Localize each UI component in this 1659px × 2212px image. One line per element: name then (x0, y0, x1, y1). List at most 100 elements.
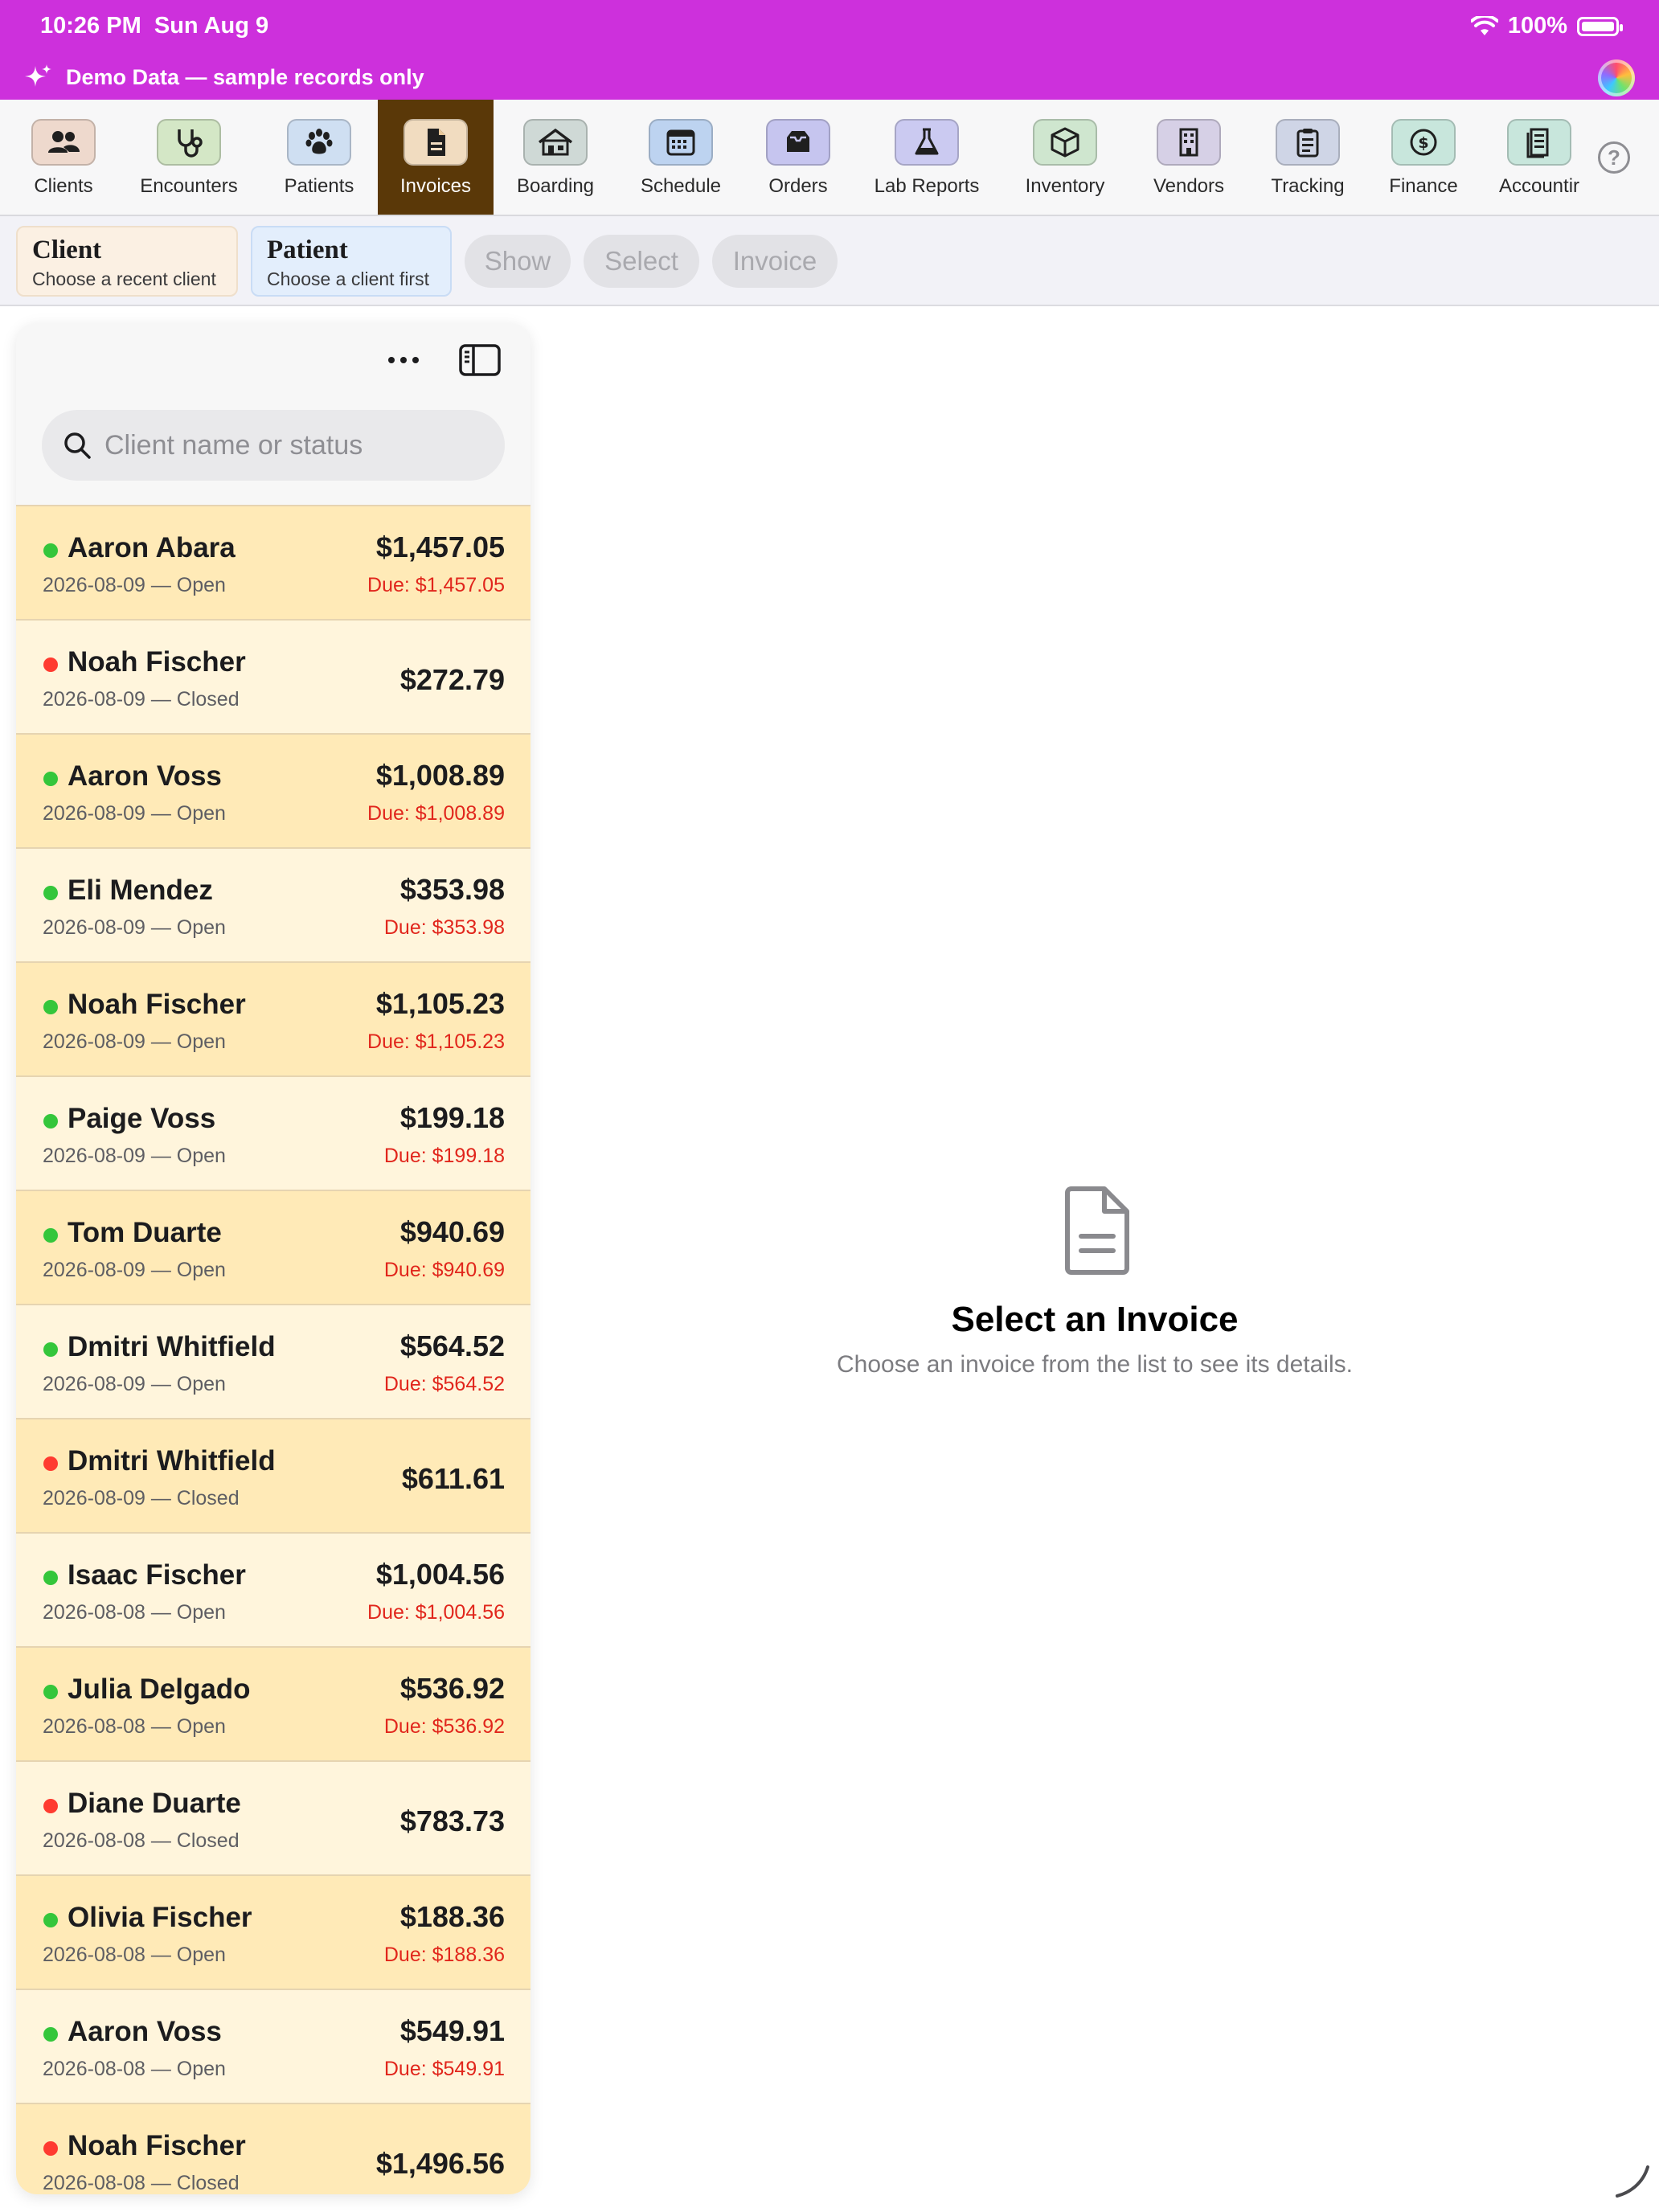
invoice-row[interactable]: Tom Duarte 2026-08-09 — Open $940.69 Due: $… (16, 1190, 530, 1304)
battery-fill (1582, 21, 1614, 31)
tray-icon (787, 131, 809, 152)
module-orders[interactable]: Orders (749, 100, 847, 215)
invoice-row[interactable]: Diane Duarte 2026-08-08 — Closed $783.73 (16, 1760, 530, 1874)
invoice-date: 2026-08-09 (43, 916, 145, 939)
invoice-row[interactable]: Dmitri Whitfield 2026-08-09 — Open $564.52… (16, 1304, 530, 1418)
module-label: Schedule (640, 175, 722, 197)
invoice-client-name: Dmitri Whitfield (68, 1445, 276, 1477)
app-orb-icon[interactable] (1598, 59, 1635, 96)
invoice-status: Closed (176, 2172, 240, 2194)
invoice-due: Due: $1,457.05 (367, 574, 505, 596)
module-schedule[interactable]: Schedule (632, 100, 730, 215)
status-dot (43, 886, 58, 900)
invoice-row[interactable]: Julia Delgado 2026-08-08 — Open $536.92 Due… (16, 1646, 530, 1760)
module-tile (1276, 119, 1340, 166)
module-vendors[interactable]: Vendors (1140, 100, 1238, 215)
status-dot (43, 1000, 58, 1014)
invoice-status: Open (176, 802, 226, 825)
invoice-due: Due: $1,004.56 (367, 1601, 505, 1624)
module-patients[interactable]: Patients (270, 100, 368, 215)
more-options-icon[interactable] (370, 341, 437, 379)
invoice-date: 2026-08-09 (43, 1487, 145, 1509)
invoice-row[interactable]: Eli Mendez 2026-08-09 — Open $353.98 Due: $… (16, 847, 530, 961)
invoice-amount: $549.91 (399, 2014, 505, 2047)
invoice-status: Open (176, 574, 226, 596)
search-input[interactable] (104, 429, 490, 461)
invoice-button[interactable]: Invoice (712, 235, 838, 288)
demo-banner-text: Demo Data — sample records only (66, 65, 424, 89)
search-field[interactable] (42, 410, 505, 481)
invoice-date: 2026-08-09 (43, 1145, 145, 1167)
invoice-amount: $1,105.23 (375, 987, 505, 1020)
invoice-status: Open (176, 1601, 226, 1624)
flask-icon (915, 128, 939, 155)
invoice-date-status: 2026-08-09 — Open (43, 802, 226, 825)
dollar-icon: $ (1410, 129, 1437, 156)
invoice-due: Due: $188.36 (383, 1944, 505, 1966)
module-invoices[interactable]: Invoices (378, 100, 494, 215)
client-selector[interactable]: Client Choose a recent client (16, 226, 238, 297)
patient-selector-title: Patient (267, 236, 348, 264)
invoice-due: Due: $353.98 (383, 916, 505, 939)
invoice-date-status: 2026-08-09 — Open (43, 574, 226, 596)
invoice-amount: $783.73 (399, 1804, 505, 1837)
sidebar-toggle-icon[interactable] (458, 341, 502, 379)
invoice-row[interactable]: Dmitri Whitfield 2026-08-09 — Closed $611.… (16, 1418, 530, 1532)
invoice-client-name: Aaron Voss (68, 2016, 222, 2047)
invoice-date-status: 2026-08-09 — Open (43, 1259, 226, 1281)
invoice-row[interactable]: Noah Fischer 2026-08-08 — Closed $1,496.56 (16, 2103, 530, 2194)
invoice-client-name: Noah Fischer (68, 2130, 246, 2161)
invoice-date-status: 2026-08-08 — Open (43, 1944, 226, 1966)
wifi-icon (1470, 15, 1498, 35)
resize-grip-icon[interactable] (1612, 2161, 1653, 2201)
module-label: Finance (1389, 175, 1458, 197)
invoice-row[interactable]: Aaron Voss 2026-08-09 — Open $1,008.89 Due:… (16, 733, 530, 847)
battery-percent: 100% (1507, 13, 1567, 39)
module-tracking[interactable]: Tracking (1259, 100, 1357, 215)
invoice-client-name: Isaac Fischer (68, 1559, 246, 1591)
invoice-due: Due: $1,008.89 (367, 802, 505, 825)
invoice-row[interactable]: Noah Fischer 2026-08-09 — Open $1,105.23 Du… (16, 961, 530, 1075)
invoice-client-name: Tom Duarte (68, 1217, 222, 1248)
show-button[interactable]: Show (465, 235, 571, 288)
patient-selector[interactable]: Patient Choose a client first (251, 226, 452, 297)
invoice-row[interactable]: Paige Voss 2026-08-09 — Open $199.18 Due: $… (16, 1075, 530, 1190)
invoice-due: Due: $536.92 (383, 1715, 505, 1738)
invoice-status: Open (176, 1373, 226, 1395)
module-boarding[interactable]: Boarding (506, 100, 604, 215)
status-indicators: 100% (1470, 13, 1623, 39)
invoice-row[interactable]: Aaron Voss 2026-08-08 — Open $549.91 Due: $… (16, 1989, 530, 2103)
help-icon[interactable]: ? (1598, 141, 1630, 174)
invoice-row[interactable]: Isaac Fischer 2026-08-08 — Open $1,004.56 D… (16, 1532, 530, 1646)
module-inventory[interactable]: Inventory (1016, 100, 1114, 215)
status-dot (43, 1342, 58, 1357)
invoice-due: Due: $199.18 (383, 1145, 505, 1167)
status-dot (43, 1799, 58, 1813)
invoice-status: Open (176, 2058, 226, 2080)
battery-icon (1577, 16, 1623, 36)
document-icon (1065, 1186, 1129, 1275)
invoice-row[interactable]: Olivia Fischer 2026-08-08 — Open $188.36 Du… (16, 1874, 530, 1989)
demo-banner: Demo Data — sample records only (0, 56, 1659, 100)
module-lab-reports[interactable]: Lab Reports (866, 100, 987, 215)
invoice-row[interactable]: Aaron Abara 2026-08-09 — Open $1,457.05 Due… (16, 505, 530, 619)
invoice-client-name: Dmitri Whitfield (68, 1331, 276, 1362)
module-tile (287, 119, 351, 166)
invoice-row[interactable]: Noah Fischer 2026-08-09 — Closed $272.79 (16, 619, 530, 733)
module-accounting[interactable]: Accountir (1493, 100, 1585, 215)
invoice-amount: $1,004.56 (375, 1558, 505, 1591)
invoice-client-name: Noah Fischer (68, 646, 246, 678)
module-finance[interactable]: $ Finance (1374, 100, 1473, 215)
invoice-status: Open (176, 1259, 226, 1281)
stethoscope-icon (178, 129, 203, 158)
invoice-date-status: 2026-08-08 — Open (43, 1715, 226, 1738)
calendar-icon (666, 129, 695, 156)
invoice-status: Open (176, 1944, 226, 1966)
module-tile (157, 119, 221, 166)
module-clients[interactable]: Clients (14, 100, 113, 215)
select-button[interactable]: Select (584, 235, 699, 288)
module-encounters[interactable]: Encounters (129, 100, 249, 215)
invoice-client-name: Eli Mendez (68, 875, 213, 906)
invoice-date-status: 2026-08-09 — Open (43, 1030, 226, 1053)
module-label: Orders (768, 175, 828, 197)
